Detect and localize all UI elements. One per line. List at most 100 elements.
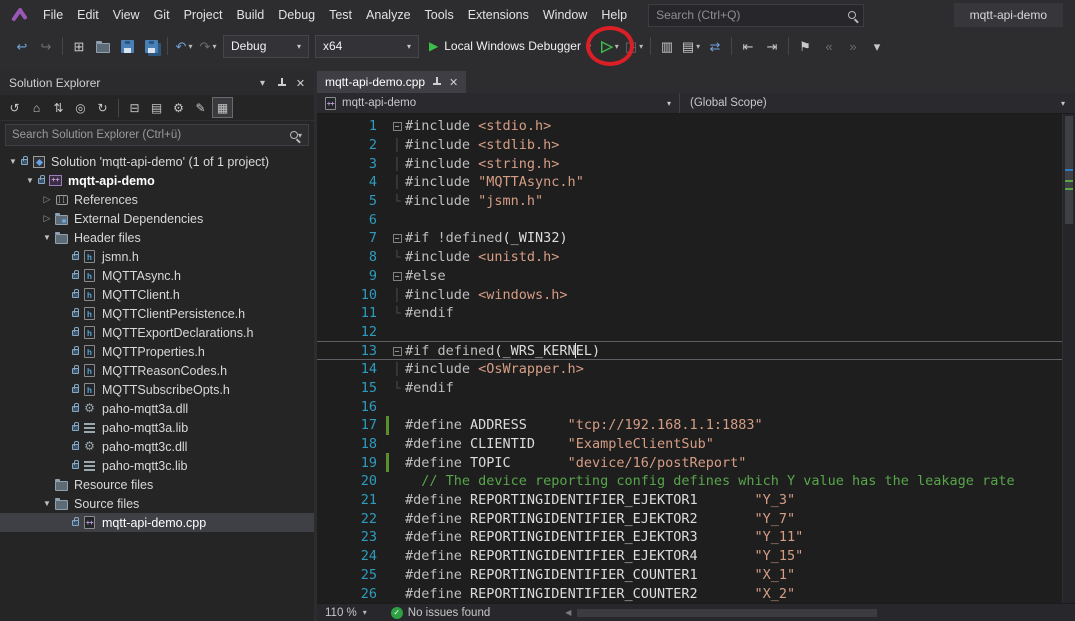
breakpoint-margin[interactable] (317, 435, 333, 454)
code-line-20[interactable]: 20 // The device reporting config define… (317, 472, 1075, 491)
tree-item-external-dependencies[interactable]: ▷External Dependencies (0, 209, 314, 228)
save-icon[interactable] (115, 34, 139, 58)
twisty-icon[interactable]: ▼ (6, 157, 20, 166)
menu-project[interactable]: Project (177, 4, 230, 26)
menu-window[interactable]: Window (536, 4, 594, 26)
preview-selected-items-icon[interactable]: ▦ (212, 97, 233, 118)
code-line-1[interactable]: 1−#include <stdio.h> (317, 117, 1075, 136)
tree-item-mqttclientpersistence-h[interactable]: MQTTClientPersistence.h (0, 304, 314, 323)
menu-view[interactable]: View (106, 4, 147, 26)
code-line-7[interactable]: 7−#if !defined(_WIN32) (317, 229, 1075, 248)
window-position-icon[interactable]: ▾ (253, 74, 272, 93)
breakpoint-margin[interactable] (317, 192, 333, 211)
tree-item-mqttexportdeclarations-h[interactable]: MQTTExportDeclarations.h (0, 323, 314, 342)
sync-icon[interactable]: ⇄ (703, 34, 727, 58)
breakpoint-margin[interactable] (317, 173, 333, 192)
chevron-down-icon[interactable]: ▾ (587, 42, 591, 51)
start-without-debugging-button[interactable]: ▷▾ (598, 34, 622, 58)
breakpoint-margin[interactable] (317, 584, 333, 603)
next-bookmark-icon[interactable]: » (841, 34, 865, 58)
collapse-box-icon[interactable]: − (393, 347, 402, 356)
indent-increase-icon[interactable]: ⇥ (760, 34, 784, 58)
breakpoint-margin[interactable] (317, 210, 333, 229)
code-line-11[interactable]: 11└#endif (317, 304, 1075, 323)
navigate-backward-icon[interactable]: ↩ (10, 34, 34, 58)
tree-item-resource-files[interactable]: Resource files (0, 475, 314, 494)
code-line-13[interactable]: 13−#if defined(_WRS_KERNEL) (317, 341, 1075, 360)
sync-with-active-document-icon[interactable]: ⇅ (48, 97, 69, 118)
menu-extensions[interactable]: Extensions (461, 4, 536, 26)
toolbar-overflow-icon[interactable]: ▾ (865, 34, 889, 58)
collapse-box-icon[interactable]: − (393, 234, 402, 243)
breakpoint-margin[interactable] (317, 416, 333, 435)
edit-icon[interactable]: ✎ (190, 97, 211, 118)
solution-configurations-dropdown[interactable]: Debug▾ (223, 35, 309, 58)
code-line-12[interactable]: 12 (317, 323, 1075, 342)
breakpoint-margin[interactable] (317, 397, 333, 416)
hot-reload-icon[interactable]: ◲▾ (622, 34, 646, 58)
breakpoint-margin[interactable] (317, 547, 333, 566)
twisty-icon[interactable]: ▼ (40, 499, 54, 508)
tree-item-paho-mqtt3c-lib[interactable]: paho-mqtt3c.lib (0, 456, 314, 475)
indent-decrease-icon[interactable]: ⇤ (736, 34, 760, 58)
document-health-indicator[interactable]: ✓ No issues found (387, 604, 494, 621)
code-line-21[interactable]: 21#define REPORTINGIDENTIFIER_EJEKTOR1 "… (317, 491, 1075, 510)
quick-search-box[interactable]: Search (Ctrl+Q) (648, 4, 864, 27)
breakpoint-margin[interactable] (317, 491, 333, 510)
pin-tab-icon[interactable] (432, 77, 442, 87)
tree-item-references[interactable]: ▷References (0, 190, 314, 209)
code-line-14[interactable]: 14│#include <OsWrapper.h> (317, 360, 1075, 379)
code-editor[interactable]: 1−#include <stdio.h>2│#include <stdlib.h… (317, 114, 1075, 603)
horizontal-scrollbar[interactable]: ◀ (562, 604, 1075, 621)
breakpoint-margin[interactable] (317, 117, 333, 136)
code-line-9[interactable]: 9−#else (317, 267, 1075, 286)
home-icon[interactable]: ⌂ (26, 97, 47, 118)
tree-item-paho-mqtt3c-dll[interactable]: ⚙paho-mqtt3c.dll (0, 437, 314, 456)
tree-item-mqtt-api-demo-cpp[interactable]: mqtt-api-demo.cpp (0, 513, 314, 532)
menu-git[interactable]: Git (147, 4, 177, 26)
chevron-down-icon[interactable]: ▾ (615, 42, 619, 51)
tab-mqtt-api-demo-cpp[interactable]: mqtt-api-demo.cpp ✕ (317, 71, 466, 93)
fold-toggle-icon[interactable]: − (389, 344, 405, 358)
back-icon[interactable]: ↺ (4, 97, 25, 118)
code-line-19[interactable]: 19#define TOPIC "device/16/postReport" (317, 453, 1075, 472)
navigate-forward-icon[interactable]: ↪ (34, 34, 58, 58)
breakpoint-margin[interactable] (317, 509, 333, 528)
new-project-icon[interactable]: ⊞ (67, 34, 91, 58)
properties-icon[interactable]: ⚙ (168, 97, 189, 118)
tree-item-source-files[interactable]: ▼Source files (0, 494, 314, 513)
tree-item-header-files[interactable]: ▼Header files (0, 228, 314, 247)
chevron-down-icon[interactable]: ▾ (212, 42, 216, 51)
tree-item-mqttclient-h[interactable]: MQTTClient.h (0, 285, 314, 304)
previous-bookmark-icon[interactable]: « (817, 34, 841, 58)
save-all-icon[interactable] (139, 34, 163, 58)
close-tab-icon[interactable]: ✕ (449, 76, 458, 89)
project-scope-dropdown[interactable]: mqtt-api-demo ▾ (317, 93, 680, 113)
show-all-files-icon[interactable]: ▤ (146, 97, 167, 118)
menu-analyze[interactable]: Analyze (359, 4, 417, 26)
command-window-icon[interactable]: ▤▾ (679, 34, 703, 58)
tree-item-paho-mqtt3a-lib[interactable]: paho-mqtt3a.lib (0, 418, 314, 437)
code-line-18[interactable]: 18#define CLIENTID "ExampleClientSub" (317, 435, 1075, 454)
breakpoint-margin[interactable] (317, 472, 333, 491)
breakpoint-margin[interactable] (317, 304, 333, 323)
breakpoint-margin[interactable] (317, 528, 333, 547)
start-debugging-button[interactable]: ▶Local Windows Debugger▾ (422, 33, 598, 59)
breakpoint-margin[interactable] (317, 267, 333, 286)
menu-build[interactable]: Build (229, 4, 271, 26)
breakpoint-margin[interactable] (317, 248, 333, 267)
bookmark-icon[interactable]: ⚑ (793, 34, 817, 58)
tree-item-mqttproperties-h[interactable]: MQTTProperties.h (0, 342, 314, 361)
code-line-16[interactable]: 16 (317, 397, 1075, 416)
open-file-icon[interactable] (91, 34, 115, 58)
vertical-scrollbar[interactable] (1062, 114, 1075, 603)
collapse-box-icon[interactable]: − (393, 122, 402, 131)
tree-item-mqttasync-h[interactable]: MQTTAsync.h (0, 266, 314, 285)
tree-item-mqtt-api-demo[interactable]: ▼mqtt-api-demo (0, 171, 314, 190)
twisty-icon[interactable]: ▷ (40, 213, 54, 224)
code-line-5[interactable]: 5└#include "jsmn.h" (317, 192, 1075, 211)
code-line-2[interactable]: 2│#include <stdlib.h> (317, 136, 1075, 155)
fold-toggle-icon[interactable]: − (389, 119, 405, 133)
menu-test[interactable]: Test (322, 4, 359, 26)
breakpoint-margin[interactable] (317, 379, 333, 398)
